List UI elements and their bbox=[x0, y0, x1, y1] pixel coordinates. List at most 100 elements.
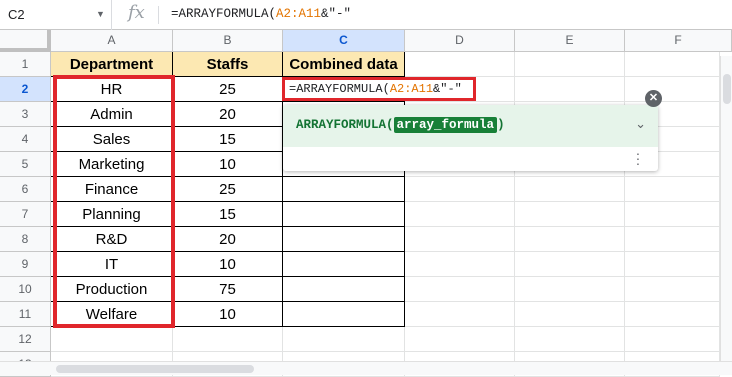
empty-cell[interactable] bbox=[625, 302, 720, 327]
cell-department[interactable]: Production bbox=[51, 277, 173, 302]
chevron-down-icon[interactable]: ⌄ bbox=[635, 116, 646, 132]
formula-input[interactable]: =ARRAYFORMULA(A2:A11&"-" bbox=[171, 7, 351, 21]
empty-cell[interactable] bbox=[625, 327, 720, 352]
popup-function-name: ARRAYFORMULA( bbox=[296, 118, 394, 132]
column-header-a[interactable]: A bbox=[51, 30, 173, 52]
formula-prefix: =ARRAYFORMULA( bbox=[171, 7, 277, 21]
cell-staffs[interactable]: 20 bbox=[173, 227, 283, 252]
row-header-3[interactable]: 3 bbox=[0, 102, 51, 127]
editor-prefix: =ARRAYFORMULA( bbox=[289, 82, 390, 96]
cell-department[interactable]: Finance bbox=[51, 177, 173, 202]
cell-staffs[interactable]: 10 bbox=[173, 252, 283, 277]
row-header-2[interactable]: 2 bbox=[0, 77, 51, 102]
row-header-9[interactable]: 9 bbox=[0, 252, 51, 277]
cell-combined[interactable] bbox=[283, 277, 405, 302]
header-combined-data[interactable]: Combined data bbox=[283, 52, 405, 77]
empty-cell[interactable] bbox=[515, 227, 625, 252]
editor-suffix: &"-" bbox=[433, 82, 462, 96]
close-icon[interactable]: ✕ bbox=[645, 90, 662, 107]
empty-cell[interactable] bbox=[515, 327, 625, 352]
select-all-corner[interactable] bbox=[0, 30, 51, 52]
empty-cell[interactable] bbox=[405, 277, 515, 302]
empty-cell[interactable] bbox=[405, 327, 515, 352]
cell-department[interactable]: R&D bbox=[51, 227, 173, 252]
cell-department[interactable]: Planning bbox=[51, 202, 173, 227]
cell-department[interactable]: IT bbox=[51, 252, 173, 277]
row-header-4[interactable]: 4 bbox=[0, 127, 51, 152]
empty-cell[interactable] bbox=[515, 302, 625, 327]
empty-cell[interactable] bbox=[625, 177, 720, 202]
cell-combined[interactable] bbox=[283, 302, 405, 327]
empty-cell[interactable] bbox=[405, 177, 515, 202]
cell-staffs[interactable]: 25 bbox=[173, 177, 283, 202]
horizontal-scroll-thumb[interactable] bbox=[56, 365, 254, 373]
more-vert-icon[interactable]: · · · bbox=[635, 146, 641, 170]
cell-department[interactable]: Sales bbox=[51, 127, 173, 152]
empty-cell[interactable] bbox=[515, 202, 625, 227]
cell-department[interactable]: HR bbox=[51, 77, 173, 102]
row-header-10[interactable]: 10 bbox=[0, 277, 51, 302]
empty-cell[interactable] bbox=[405, 202, 515, 227]
cell-combined[interactable] bbox=[283, 252, 405, 277]
empty-cell[interactable] bbox=[405, 52, 515, 77]
empty-cell[interactable] bbox=[515, 52, 625, 77]
cell-staffs[interactable]: 15 bbox=[173, 202, 283, 227]
fx-icon: fx bbox=[128, 2, 145, 23]
column-header-b[interactable]: B bbox=[173, 30, 283, 52]
empty-cell[interactable] bbox=[405, 252, 515, 277]
row-header-11[interactable]: 11 bbox=[0, 302, 51, 327]
row-header-8[interactable]: 8 bbox=[0, 227, 51, 252]
cell-department[interactable]: Admin bbox=[51, 102, 173, 127]
formula-range-ref: A2:A11 bbox=[276, 7, 322, 21]
editor-range-ref: A2:A11 bbox=[389, 82, 434, 96]
empty-cell[interactable] bbox=[405, 302, 515, 327]
formula-suffix: &"-" bbox=[321, 7, 352, 21]
cell-editor-c2[interactable]: =ARRAYFORMULA(A2:A11&"-" bbox=[282, 77, 476, 101]
row-header-12[interactable]: 12 bbox=[0, 327, 51, 352]
header-staffs[interactable]: Staffs bbox=[173, 52, 283, 77]
row-header-7[interactable]: 7 bbox=[0, 202, 51, 227]
vertical-scroll-thumb[interactable] bbox=[723, 74, 731, 104]
cell-combined[interactable] bbox=[283, 227, 405, 252]
empty-cell[interactable] bbox=[625, 52, 720, 77]
name-box[interactable]: C2 ▼ bbox=[0, 0, 112, 30]
empty-cell[interactable] bbox=[405, 227, 515, 252]
header-department[interactable]: Department bbox=[51, 52, 173, 77]
cell-staffs[interactable]: 15 bbox=[173, 127, 283, 152]
formula-bar: C2 ▼ fx =ARRAYFORMULA(A2:A11&"-" bbox=[0, 0, 732, 30]
empty-cell[interactable] bbox=[625, 227, 720, 252]
empty-cell[interactable] bbox=[51, 327, 173, 352]
cell-department[interactable]: Welfare bbox=[51, 302, 173, 327]
empty-cell[interactable] bbox=[283, 327, 405, 352]
empty-cell[interactable] bbox=[515, 177, 625, 202]
cell-staffs[interactable]: 10 bbox=[173, 302, 283, 327]
empty-cell[interactable] bbox=[625, 202, 720, 227]
cell-combined[interactable] bbox=[283, 202, 405, 227]
row-header-5[interactable]: 5 bbox=[0, 152, 51, 177]
chevron-down-icon[interactable]: ▼ bbox=[96, 9, 105, 19]
row-header-6[interactable]: 6 bbox=[0, 177, 51, 202]
empty-cell[interactable] bbox=[173, 327, 283, 352]
cell-staffs[interactable]: 75 bbox=[173, 277, 283, 302]
empty-cell[interactable] bbox=[625, 277, 720, 302]
name-box-value: C2 bbox=[8, 7, 25, 22]
column-header-f[interactable]: F bbox=[625, 30, 732, 52]
column-header-e[interactable]: E bbox=[515, 30, 625, 52]
vertical-scrollbar[interactable] bbox=[720, 56, 732, 361]
cell-combined[interactable] bbox=[283, 177, 405, 202]
column-header-c[interactable]: C bbox=[283, 30, 405, 52]
cell-staffs[interactable]: 20 bbox=[173, 102, 283, 127]
popup-close-paren: ) bbox=[497, 118, 505, 132]
empty-cell[interactable] bbox=[515, 277, 625, 302]
empty-cell[interactable] bbox=[515, 77, 625, 102]
row-header-1[interactable]: 1 bbox=[0, 52, 51, 77]
cell-staffs[interactable]: 25 bbox=[173, 77, 283, 102]
popup-header[interactable]: ARRAYFORMULA(array_formula) ⌄ bbox=[283, 105, 658, 147]
empty-cell[interactable] bbox=[625, 252, 720, 277]
horizontal-scrollbar[interactable] bbox=[0, 361, 732, 375]
empty-cell[interactable] bbox=[625, 77, 720, 102]
cell-department[interactable]: Marketing bbox=[51, 152, 173, 177]
empty-cell[interactable] bbox=[515, 252, 625, 277]
column-header-d[interactable]: D bbox=[405, 30, 515, 52]
cell-staffs[interactable]: 10 bbox=[173, 152, 283, 177]
